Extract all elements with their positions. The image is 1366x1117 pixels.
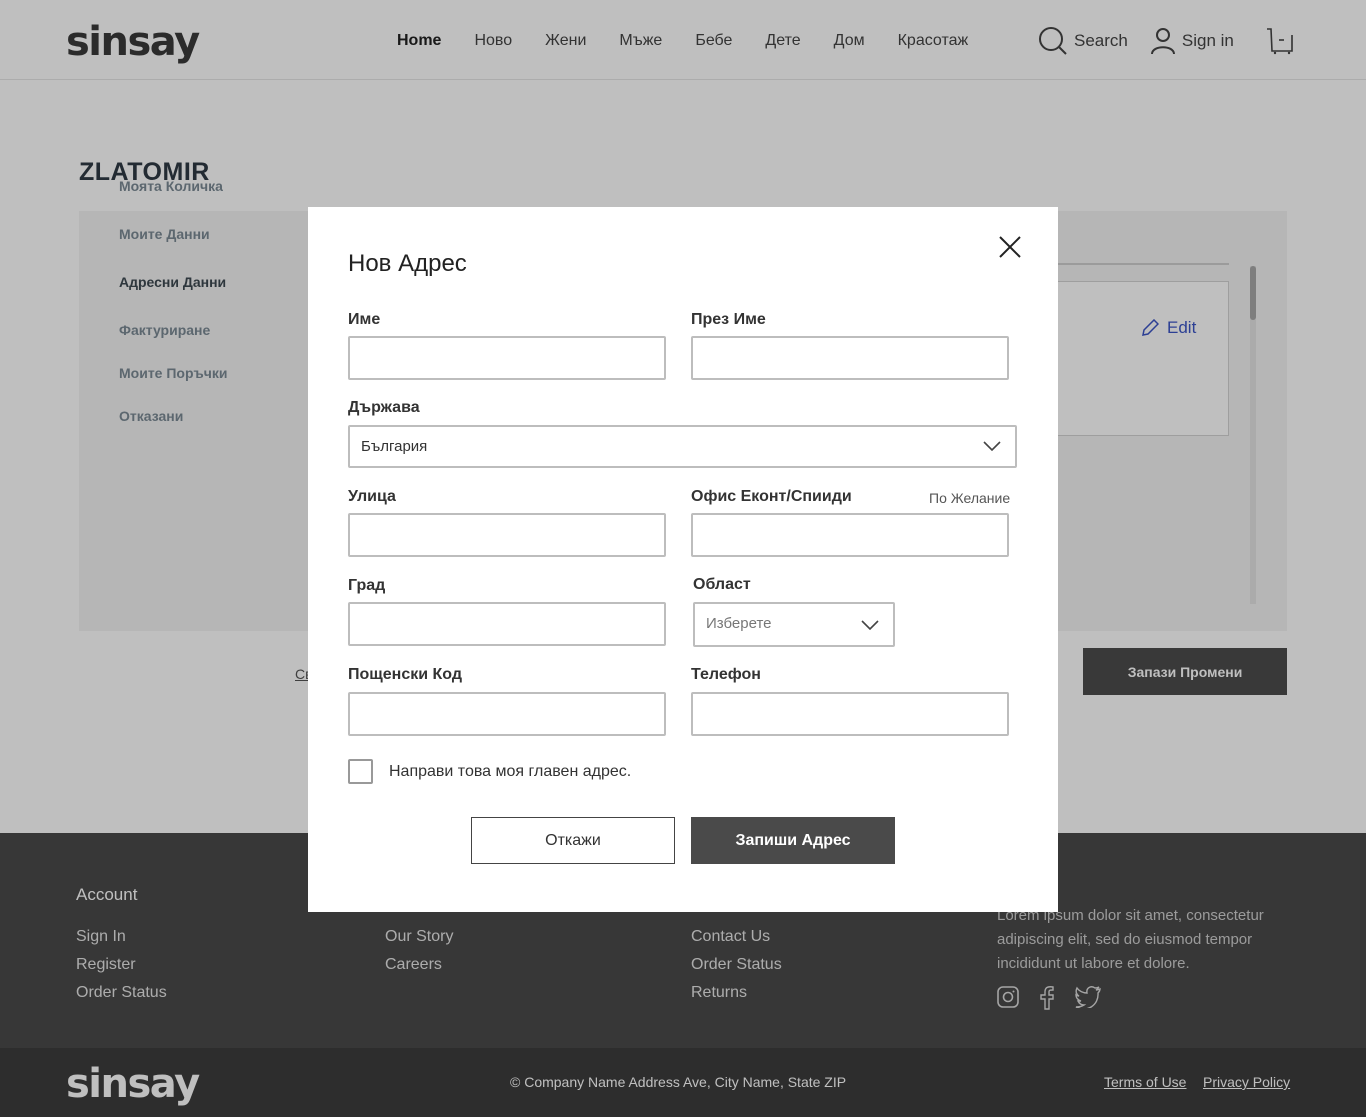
region-select[interactable]: Изберете — [693, 602, 895, 647]
office-label: Офис Еконт/Спииди — [691, 488, 852, 505]
postal-code-label: Пощенски Код — [348, 666, 463, 683]
close-button[interactable] — [997, 234, 1023, 260]
street-input[interactable] — [348, 513, 666, 557]
new-address-modal: Нов Адрес Име През Име Държава България … — [308, 207, 1058, 912]
region-placeholder: Изберете — [706, 615, 772, 632]
modal-title: Нов Адрес — [348, 250, 467, 277]
optional-label: По Желание — [929, 490, 1011, 506]
chevron-down-icon — [861, 620, 879, 630]
country-select[interactable]: България — [348, 425, 1017, 468]
chevron-down-icon — [983, 441, 1001, 451]
region-label: Област — [693, 576, 751, 593]
save-address-button[interactable]: Запиши Адрес — [691, 817, 895, 864]
country-value: България — [361, 438, 428, 455]
country-label: Държава — [348, 399, 420, 416]
cancel-button[interactable]: Откажи — [471, 817, 675, 864]
postal-code-input[interactable] — [348, 692, 666, 736]
city-input[interactable] — [348, 602, 666, 646]
middle-name-input[interactable] — [691, 336, 1009, 380]
street-label: Улица — [348, 488, 396, 505]
phone-input[interactable] — [691, 692, 1009, 736]
close-icon — [999, 236, 1021, 258]
phone-label: Телефон — [691, 666, 761, 683]
first-name-input[interactable] — [348, 336, 666, 380]
first-name-label: Име — [348, 311, 381, 328]
city-label: Град — [348, 577, 386, 594]
primary-address-checkbox[interactable] — [348, 759, 373, 784]
office-input[interactable] — [691, 513, 1009, 557]
primary-address-label: Направи това моя главен адрес. — [389, 763, 632, 780]
middle-name-label: През Име — [691, 311, 766, 328]
